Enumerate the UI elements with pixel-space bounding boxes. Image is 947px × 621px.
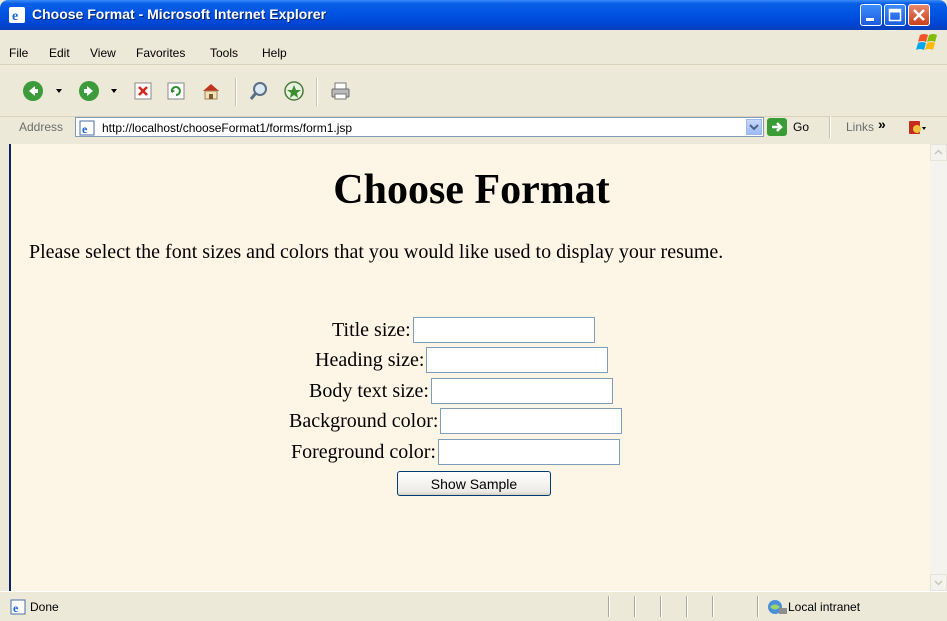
address-dropdown-button[interactable] (746, 119, 762, 135)
status-separator (757, 596, 759, 617)
security-zone-text: Local intranet (788, 600, 861, 614)
status-separator (712, 596, 714, 617)
menu-edit[interactable]: Edit (49, 46, 70, 60)
body-text-size-row: Body text size: (309, 378, 613, 406)
page-icon: e (79, 120, 95, 136)
links-chevron-icon[interactable]: » (878, 116, 886, 132)
forward-dropdown-arrow[interactable] (111, 89, 117, 93)
title-size-row: Title size: (332, 317, 595, 345)
title-bar[interactable]: e Choose Format - Microsoft Internet Exp… (0, 0, 947, 30)
close-button[interactable] (908, 4, 930, 26)
show-sample-button[interactable]: Show Sample (397, 471, 551, 496)
chevron-down-icon (934, 580, 943, 586)
maximize-icon (888, 8, 902, 22)
status-separator (686, 596, 688, 617)
menu-file[interactable]: File (9, 46, 28, 60)
chevron-down-icon (749, 124, 759, 131)
status-separator (634, 596, 636, 617)
page-title: Choose Format (333, 167, 610, 213)
menu-favorites[interactable]: Favorites (136, 46, 185, 60)
svg-text:e: e (12, 9, 18, 24)
menu-help[interactable]: Help (262, 46, 287, 60)
maximize-button[interactable] (884, 4, 906, 26)
menu-bar: File Edit View Favorites Tools Help (0, 34, 947, 65)
back-dropdown-arrow[interactable] (56, 89, 62, 93)
title-size-input[interactable] (412, 317, 595, 343)
background-color-label: Background color: (289, 409, 439, 432)
browser-window: e Choose Format - Microsoft Internet Exp… (0, 0, 947, 621)
menu-tools[interactable]: Tools (210, 46, 238, 60)
status-separator (608, 596, 610, 617)
refresh-icon[interactable] (165, 80, 187, 102)
close-icon (913, 9, 925, 21)
home-icon[interactable] (200, 80, 222, 102)
favorites-icon[interactable] (283, 80, 305, 102)
window-title: Choose Format - Microsoft Internet Explo… (32, 6, 327, 22)
vertical-scrollbar[interactable] (930, 144, 947, 591)
status-separator (660, 596, 662, 617)
body-text-size-input[interactable] (430, 378, 613, 404)
chevron-up-icon (934, 149, 943, 155)
address-bar: Address e http://localhost/chooseFormat1… (0, 116, 947, 140)
local-intranet-icon (768, 600, 787, 614)
minimize-button[interactable] (860, 4, 882, 26)
background-color-input[interactable] (440, 408, 623, 434)
foreground-color-row: Foreground color: (291, 439, 620, 467)
heading-size-row: Heading size: (315, 347, 609, 375)
address-input[interactable]: e http://localhost/chooseFormat1/forms/f… (75, 117, 764, 137)
body-text-size-label: Body text size: (309, 379, 429, 402)
background-color-row: Background color: (289, 408, 623, 436)
title-size-label: Title size: (332, 318, 411, 341)
foreground-color-label: Foreground color: (291, 440, 436, 463)
go-arrow-icon[interactable] (767, 118, 787, 136)
go-button[interactable]: Go (793, 120, 809, 134)
windows-logo-icon (916, 34, 937, 50)
links-label[interactable]: Links (846, 120, 874, 134)
instructions-text: Please select the font sizes and colors … (29, 241, 724, 263)
address-label: Address (19, 120, 64, 134)
scroll-up-button[interactable] (930, 144, 947, 161)
heading-size-label: Heading size: (315, 348, 425, 371)
address-url: http://localhost/chooseFormat1/forms/for… (102, 121, 353, 135)
print-icon[interactable] (330, 80, 352, 102)
status-text: Done (30, 600, 59, 614)
status-bar: e Done Local intranet (0, 591, 947, 621)
page-content: Choose Format Please select the font siz… (9, 144, 930, 591)
ie-logo-icon: e (9, 7, 25, 24)
forward-icon[interactable] (78, 80, 100, 102)
svg-text:e: e (82, 122, 88, 136)
standard-toolbar (0, 66, 947, 117)
scroll-down-button[interactable] (930, 574, 947, 591)
heading-size-input[interactable] (426, 347, 609, 373)
back-icon[interactable] (22, 80, 44, 102)
toolbar-separator (235, 78, 237, 106)
search-icon[interactable] (248, 80, 270, 102)
addon-icon[interactable] (907, 118, 927, 138)
toolbar-separator (316, 78, 318, 106)
stop-icon[interactable] (132, 80, 154, 102)
svg-text:e: e (13, 601, 19, 615)
page-done-icon: e (10, 599, 26, 615)
foreground-color-input[interactable] (437, 439, 620, 465)
minimize-icon (866, 18, 874, 21)
address-separator (829, 116, 831, 138)
menu-view[interactable]: View (90, 46, 116, 60)
